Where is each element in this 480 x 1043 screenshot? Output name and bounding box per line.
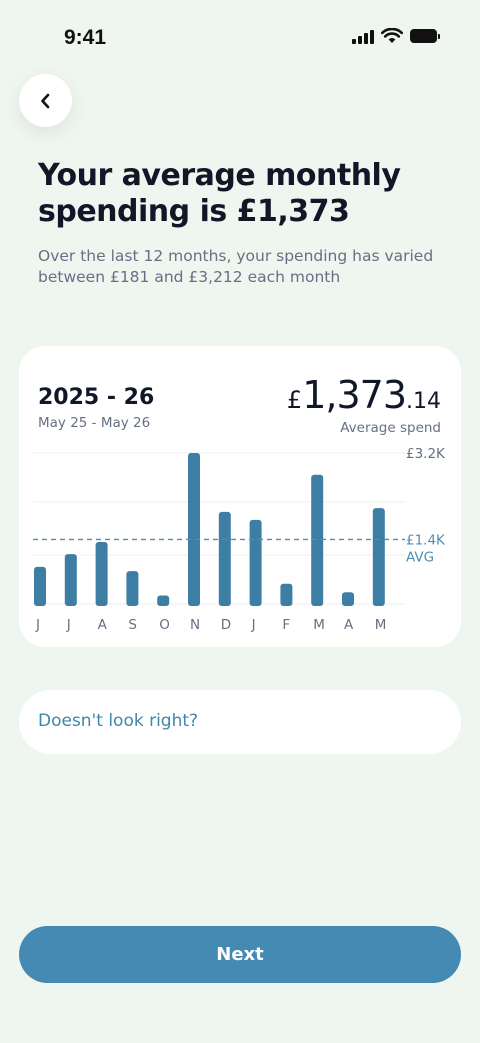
x-tick-label: J [251,617,256,633]
chart-bar [95,541,108,606]
chart-bar [280,583,293,606]
chart-bar [372,508,385,606]
chart-bar [157,595,170,606]
battery-icon [410,29,440,44]
x-tick-label: S [128,617,137,633]
x-tick-label: A [98,617,108,633]
chart-bar [342,592,354,606]
next-button-label: Next [216,944,264,965]
wifi-icon [381,28,403,43]
chart-bar [188,453,200,606]
spending-chart-card: 2025 - 26 May 25 - May 26 £ 1,373 .14 Av… [19,346,461,647]
chart-bar [126,571,139,606]
x-tick-label: F [282,617,290,633]
spending-bar-chart: J J A S O N D J F M A M £3.2K £1.4KAVG [33,446,446,633]
page-subtitle: Over the last 12 months, your spending h… [38,247,434,286]
chart-bar [64,554,77,606]
page-title: Your average monthly spending is £1,373 [38,158,401,229]
x-tick-label: N [190,617,200,633]
x-tick-label: D [221,617,231,633]
status-icons [352,28,440,44]
x-tick-label: J [35,617,40,633]
avg-label: AVG [406,549,434,565]
back-button[interactable] [19,74,72,127]
x-tick-label: O [159,617,170,633]
y-tick-label-avg: £1.4K [406,532,446,548]
status-bar: 9:41 [0,0,480,76]
x-tick-label: M [313,617,325,633]
signal-icon [352,29,374,44]
chart-bar [311,474,324,606]
x-tick-label: M [375,617,387,633]
feedback-button[interactable]: Doesn't look right? [19,690,461,754]
status-time: 9:41 [64,26,107,49]
chevron-left-icon [40,93,49,108]
y-tick-label-max: £3.2K [406,446,446,462]
chart-bar [218,511,231,606]
chart-bar [249,519,262,606]
x-tick-label: A [344,617,354,633]
x-tick-label: J [66,617,71,633]
next-button[interactable]: Next [19,926,461,983]
chart-bar [34,566,46,606]
feedback-label: Doesn't look right? [38,711,199,731]
